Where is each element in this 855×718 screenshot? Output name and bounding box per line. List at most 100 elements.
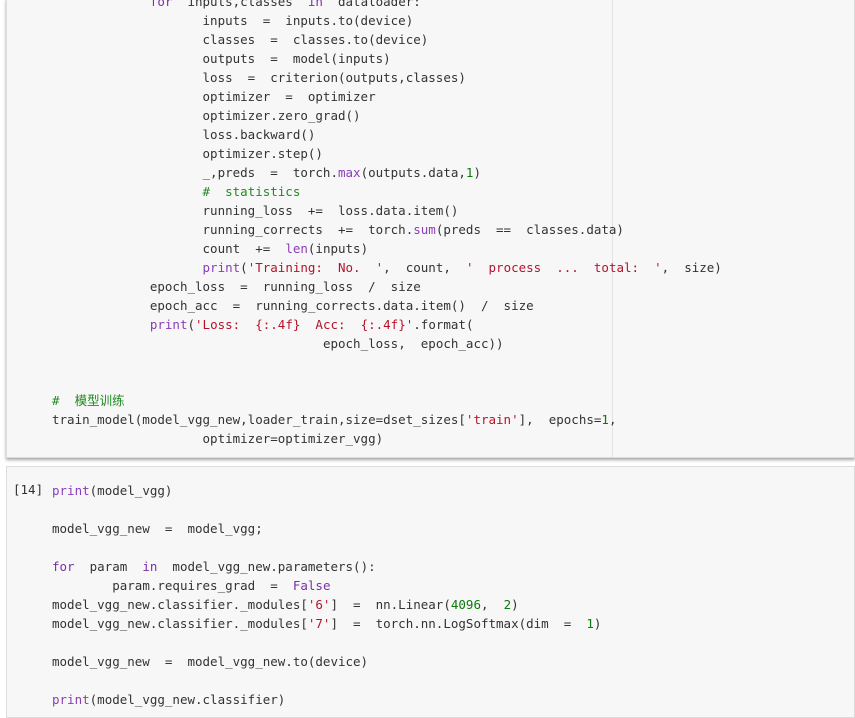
- code-token: model_vgg_new.parameters():: [157, 559, 376, 574]
- code-cell-model[interactable]: [14] print(model_vgg) model_vgg_new = mod…: [6, 466, 855, 718]
- code-line: epoch_loss, epoch_acc)): [52, 334, 504, 353]
- code-token: epoch_loss = running_loss / size: [149, 279, 421, 294]
- code-token: 1: [601, 412, 609, 427]
- code-token: print: [52, 692, 90, 707]
- code-token: (model_vgg): [89, 483, 173, 498]
- code-token: (outputs.data,: [360, 165, 466, 180]
- code-line: running_corrects += torch.sum(preds == c…: [52, 220, 624, 239]
- code-token: in: [142, 559, 158, 574]
- code-line: model_vgg_new.classifier._modules['7'] =…: [52, 614, 601, 633]
- code-line: # 模型训练: [52, 391, 125, 410]
- code-token: (model_vgg_new.classifier): [89, 692, 286, 707]
- code-token: _,preds = torch.: [202, 165, 338, 180]
- code-line: epoch_loss = running_loss / size: [52, 277, 421, 296]
- code-line: optimizer = optimizer: [52, 87, 376, 106]
- code-token: , count,: [383, 260, 466, 275]
- code-line: train_model(model_vgg_new,loader_train,s…: [52, 410, 616, 429]
- code-token: ): [593, 616, 602, 631]
- code-cell-training[interactable]: for inputs,classes in dataloader: inputs…: [6, 0, 855, 458]
- code-token: (preds == classes.data): [435, 222, 624, 237]
- code-token: False: [292, 578, 331, 593]
- code-token: in: [307, 0, 323, 9]
- code-line: param.requires_grad = False: [52, 576, 330, 595]
- code-line: epoch_acc = running_corrects.data.item()…: [52, 296, 534, 315]
- code-token: sum: [413, 222, 436, 237]
- code-token: ,: [480, 597, 504, 612]
- code-line: classes = classes.to(device): [52, 30, 429, 49]
- code-token: optimizer.zero_grad(): [202, 108, 361, 123]
- code-token: model_vgg_new.classifier._modules[: [52, 616, 308, 631]
- code-token: optimizer=optimizer_vgg): [202, 431, 384, 446]
- code-line: count += len(inputs): [52, 239, 369, 258]
- code-token: param: [74, 559, 143, 574]
- code-token: model_vgg_new.classifier._modules[: [52, 597, 308, 612]
- code-line: print(model_vgg_new.classifier): [52, 690, 285, 709]
- code-token: outputs = model(inputs): [202, 51, 391, 66]
- code-token: ] = nn.Linear(: [330, 597, 451, 612]
- code-token: for: [149, 0, 173, 9]
- code-token: inputs,classes: [172, 0, 308, 9]
- code-line: print('Training: No. ', count, ' process…: [52, 258, 722, 277]
- code-token: ' process ... total: ': [465, 260, 662, 275]
- code-line: model_vgg_new.classifier._modules['6'] =…: [52, 595, 519, 614]
- code-token: running_corrects += torch.: [202, 222, 414, 237]
- code-token: (: [240, 260, 248, 275]
- code-line: for param in model_vgg_new.parameters():: [52, 557, 376, 576]
- code-token: 'Training: No. ': [247, 260, 384, 275]
- code-line: # statistics: [52, 182, 301, 201]
- code-line: running_loss += loss.data.item(): [52, 201, 459, 220]
- code-token: len: [285, 241, 308, 256]
- code-token: dataloader:: [322, 0, 421, 9]
- code-token: loss.backward(): [202, 127, 316, 142]
- code-token: (inputs): [307, 241, 369, 256]
- code-token: running_loss += loss.data.item(): [202, 203, 459, 218]
- code-token: 1: [586, 616, 594, 631]
- code-token: , size): [661, 260, 722, 275]
- code-token: max: [337, 165, 361, 180]
- code-token: param.requires_grad =: [112, 578, 293, 593]
- code-line: optimizer=optimizer_vgg): [52, 429, 384, 448]
- code-line: optimizer.zero_grad(): [52, 106, 361, 125]
- code-line: model_vgg_new = model_vgg;: [52, 519, 263, 538]
- code-line: print(model_vgg): [52, 481, 172, 500]
- code-token: print: [202, 260, 241, 275]
- code-token: epoch_acc = running_corrects.data.item()…: [149, 298, 534, 313]
- code-token: model_vgg_new = model_vgg_new.to(device): [52, 654, 369, 669]
- code-token: optimizer = optimizer: [202, 89, 376, 104]
- code-token: 4096: [450, 597, 481, 612]
- code-token: ,: [608, 412, 617, 427]
- code-token: ): [473, 165, 481, 180]
- code-line: _,preds = torch.max(outputs.data,1): [52, 163, 481, 182]
- code-token: # 模型训练: [52, 393, 125, 408]
- code-token: inputs = inputs.to(device): [202, 13, 414, 28]
- code-token: 'train': [465, 412, 519, 427]
- code-token: # statistics: [202, 184, 301, 199]
- code-token: count +=: [202, 241, 286, 256]
- code-line: print('Loss: {:.4f} Acc: {:.4f}'.format(: [52, 315, 474, 334]
- code-token: ): [511, 597, 519, 612]
- code-token: (: [187, 317, 196, 332]
- code-line: loss.backward(): [52, 125, 316, 144]
- code-token: 'Loss: {:.4f} Acc: {:.4f}': [195, 317, 414, 332]
- code-line: model_vgg_new = model_vgg_new.to(device): [52, 652, 368, 671]
- code-token: epoch_loss, epoch_acc)): [322, 336, 504, 351]
